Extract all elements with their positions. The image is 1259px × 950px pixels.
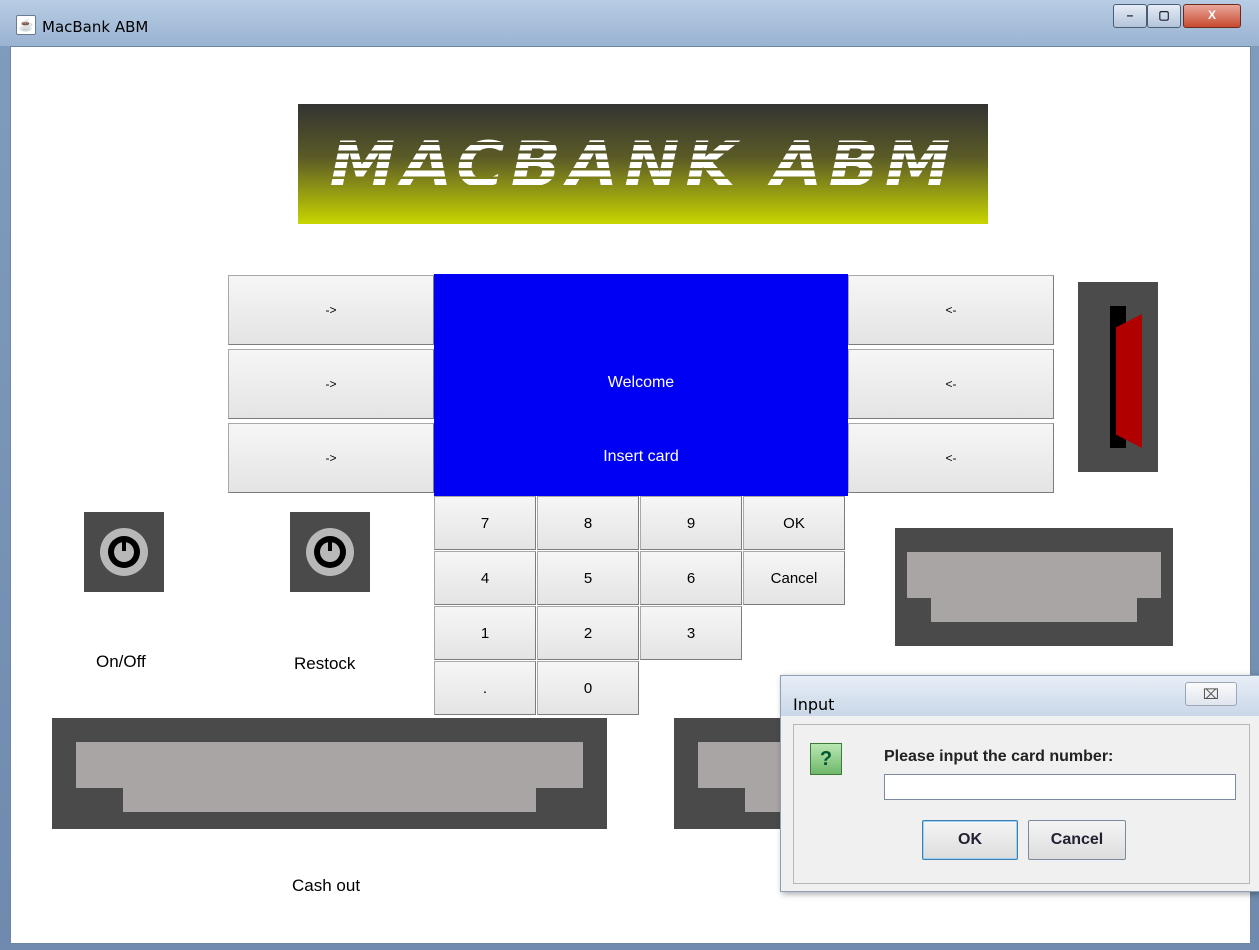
- card-number-input[interactable]: [884, 774, 1236, 800]
- window-title: MacBank ABM: [42, 18, 149, 36]
- restock-knob-icon: [306, 528, 354, 576]
- power-knob-icon: [100, 528, 148, 576]
- close-button[interactable]: X: [1183, 4, 1241, 28]
- input-dialog: Input ⌧ ? Please input the card number: …: [780, 675, 1259, 892]
- screen-insert-card-text: Insert card: [603, 448, 679, 465]
- receipt-slot[interactable]: [895, 528, 1173, 646]
- screen-left-button-3[interactable]: ->: [228, 423, 434, 493]
- card-number-prompt: Please input the card number:: [884, 748, 1114, 765]
- keypad-ok[interactable]: OK: [743, 496, 845, 550]
- java-app-icon: ☕: [16, 15, 36, 35]
- keypad-9[interactable]: 9: [640, 496, 742, 550]
- screen-right-button-1[interactable]: <-: [848, 275, 1054, 345]
- keypad-4[interactable]: 4: [434, 551, 536, 605]
- screen-left-button-1[interactable]: ->: [228, 275, 434, 345]
- dialog-title: Input: [793, 695, 835, 714]
- keypad-1[interactable]: 1: [434, 606, 536, 660]
- card-icon[interactable]: [1116, 314, 1142, 448]
- screen-right-button-3[interactable]: <-: [848, 423, 1054, 493]
- macbank-logo: MACBANK ABM: [298, 104, 988, 224]
- window-titlebar[interactable]: ☕ MacBank ABM – ▢ X: [0, 0, 1259, 46]
- question-icon: ?: [810, 743, 842, 775]
- screen-welcome-text: Welcome: [607, 374, 675, 391]
- dialog-cancel-button[interactable]: Cancel: [1028, 820, 1126, 860]
- keypad-6[interactable]: 6: [640, 551, 742, 605]
- cash-out-slot[interactable]: [52, 718, 607, 829]
- keypad-dot[interactable]: .: [434, 661, 536, 715]
- dialog-titlebar[interactable]: Input ⌧: [781, 676, 1259, 716]
- keypad-7[interactable]: 7: [434, 496, 536, 550]
- dialog-ok-button[interactable]: OK: [922, 820, 1018, 860]
- card-slot[interactable]: [1078, 282, 1158, 472]
- keypad-5[interactable]: 5: [537, 551, 639, 605]
- keypad-2[interactable]: 2: [537, 606, 639, 660]
- onoff-switch[interactable]: [84, 512, 164, 592]
- screen-right-button-2[interactable]: <-: [848, 349, 1054, 419]
- keypad-cancel[interactable]: Cancel: [743, 551, 845, 605]
- onoff-label: On/Off: [96, 652, 146, 671]
- keypad-0[interactable]: 0: [537, 661, 639, 715]
- maximize-button[interactable]: ▢: [1147, 4, 1181, 28]
- logo-text: MACBANK ABM: [298, 128, 988, 201]
- keypad-8[interactable]: 8: [537, 496, 639, 550]
- dialog-body: ? Please input the card number: OK Cance…: [793, 724, 1250, 884]
- restock-switch[interactable]: [290, 512, 370, 592]
- screen-left-button-2[interactable]: ->: [228, 349, 434, 419]
- minimize-button[interactable]: –: [1113, 4, 1147, 28]
- dialog-close-button[interactable]: ⌧: [1185, 682, 1237, 706]
- keypad-3[interactable]: 3: [640, 606, 742, 660]
- cash-out-label: Cash out: [292, 876, 361, 895]
- restock-label: Restock: [294, 654, 356, 673]
- atm-screen: Welcome Insert card: [434, 274, 848, 496]
